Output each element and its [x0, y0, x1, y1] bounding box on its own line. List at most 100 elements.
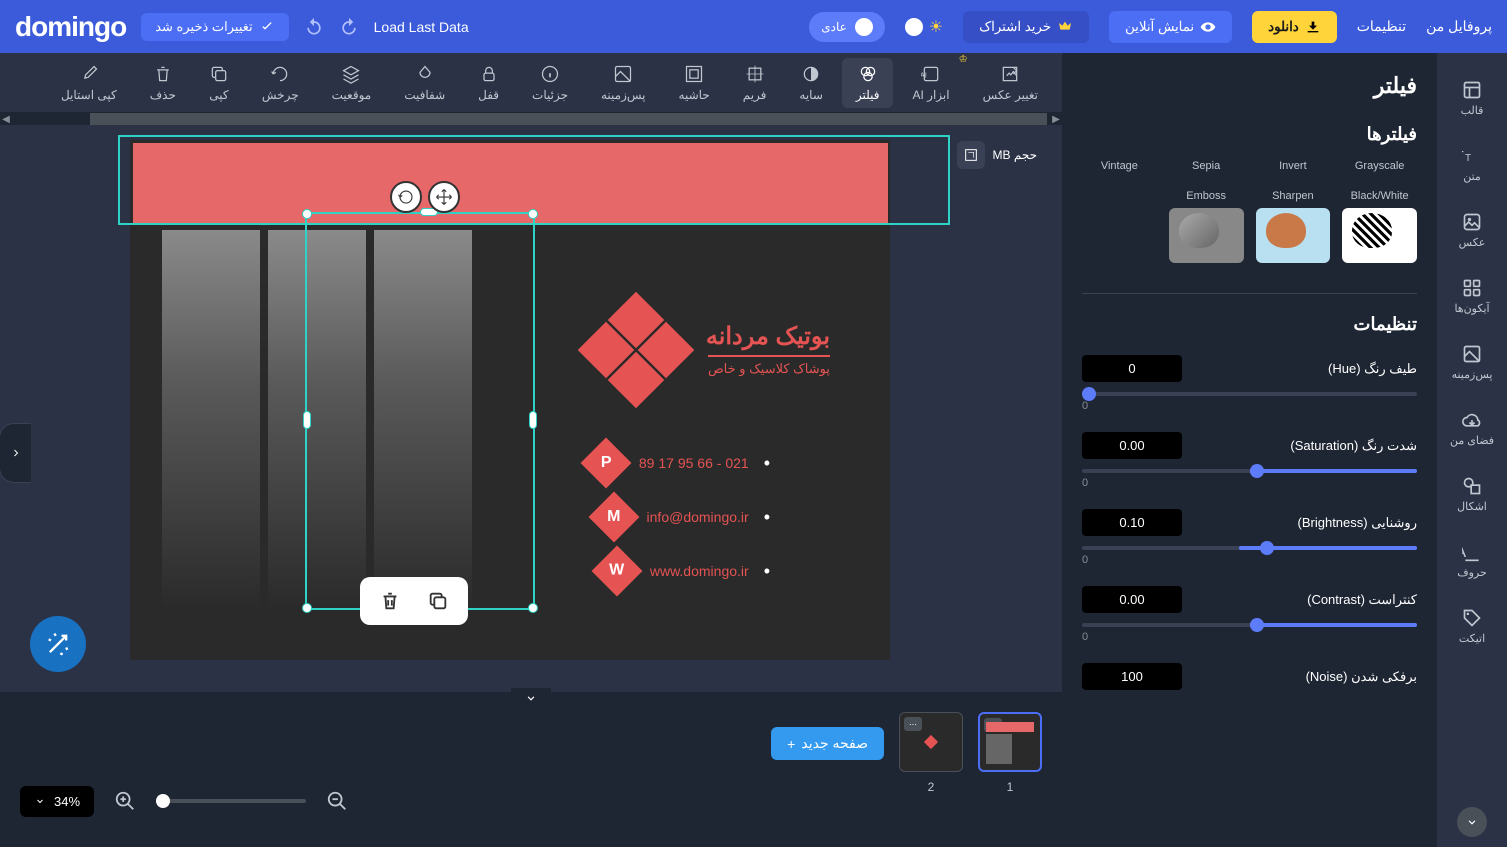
panel-collapse-button[interactable]	[0, 423, 31, 483]
download-icon	[1305, 19, 1321, 35]
slider-handle[interactable]	[1260, 541, 1274, 555]
tool-opacity[interactable]: شفافیت	[390, 58, 459, 108]
sidebar-myspace[interactable]: فضای من	[1437, 398, 1507, 459]
page-thumb-box-1[interactable]: ⋯	[978, 712, 1042, 772]
mode-toggle-handle	[855, 18, 873, 36]
undo-icon[interactable]	[304, 17, 324, 37]
resize-handle-e[interactable]	[529, 411, 537, 429]
shadow-icon	[801, 64, 821, 84]
website-text: www.domingo.ir	[650, 563, 749, 579]
filter-vintage[interactable]: Vintage	[1082, 160, 1157, 178]
new-page-button[interactable]: صفحه جدید +	[771, 727, 884, 760]
resize-handle-se[interactable]	[528, 603, 538, 613]
slider-handle[interactable]	[1250, 618, 1264, 632]
sidebar-fonts[interactable]: A حروف	[1437, 530, 1507, 591]
zoom-slider[interactable]	[156, 799, 306, 803]
size-button[interactable]	[957, 141, 985, 169]
page-thumb-box-2[interactable]: ⋯	[899, 712, 963, 772]
filter-label: Emboss	[1186, 190, 1226, 202]
tool-change-image[interactable]: تغییر عکس	[969, 58, 1052, 108]
sidebar-template[interactable]: قالب	[1437, 68, 1507, 129]
scroll-right-arrow[interactable]: ▶	[1050, 113, 1062, 125]
theme-toggle[interactable]: ☀	[905, 17, 943, 37]
move-handle[interactable]	[428, 181, 460, 213]
slider-value-input[interactable]: 0.00	[1082, 432, 1182, 459]
slider-value-input[interactable]: 0.00	[1082, 586, 1182, 613]
zoom-in-button[interactable]	[109, 785, 141, 817]
float-delete-button[interactable]	[376, 587, 404, 615]
preview-button[interactable]: نمایش آنلاین	[1109, 11, 1232, 43]
preview-label: نمایش آنلاین	[1125, 19, 1194, 35]
filter-sharpen[interactable]: Sharpen	[1256, 190, 1331, 263]
tool-copy-style[interactable]: کپی استایل	[47, 58, 131, 108]
filter-emboss[interactable]: Emboss	[1169, 190, 1244, 263]
filter-invert[interactable]: Invert	[1256, 160, 1331, 178]
resize-handle-ne[interactable]	[528, 209, 538, 219]
tool-position[interactable]: موقعیت	[318, 58, 386, 108]
download-button[interactable]: دانلود	[1252, 11, 1337, 43]
slider-track[interactable]	[1082, 623, 1417, 627]
ai-icon: AI	[921, 64, 941, 84]
sidebar-image[interactable]: عکس	[1437, 200, 1507, 261]
float-copy-button[interactable]	[424, 587, 452, 615]
tool-label: چرخش	[262, 88, 299, 102]
zoom-out-icon	[326, 790, 348, 812]
filter-sepia[interactable]: Sepia	[1169, 160, 1244, 178]
sidebar-scroll-down[interactable]	[1457, 807, 1487, 837]
redo-icon[interactable]	[339, 17, 359, 37]
slider-label: شدت رنگ (Saturation)	[1290, 438, 1417, 454]
rotate-handle[interactable]	[390, 181, 422, 213]
tool-copy[interactable]: کپی	[195, 58, 243, 108]
phone-icon: P	[580, 438, 631, 489]
scroll-left-arrow[interactable]: ◀	[0, 113, 12, 125]
resize-handle-w[interactable]	[303, 411, 311, 429]
selection-box-inner[interactable]	[305, 212, 535, 610]
canvas-content[interactable]: حجم MB بوتیک مردانه پوشاک کلاسیک و خاص	[0, 125, 1062, 692]
slider-value-input[interactable]: 0	[1082, 355, 1182, 382]
zoom-slider-handle[interactable]	[156, 794, 170, 808]
tool-label: سایه	[799, 88, 822, 102]
load-last-button[interactable]: Load Last Data	[374, 19, 469, 35]
sidebar-text[interactable]: TT متن	[1437, 134, 1507, 195]
slider-handle[interactable]	[1250, 464, 1264, 478]
sidebar-etiquette[interactable]: اتیکت	[1437, 596, 1507, 657]
zoom-level-pill[interactable]: 34%	[20, 786, 94, 817]
page-menu-2[interactable]: ⋯	[904, 717, 922, 731]
tool-details[interactable]: جزئیات	[518, 58, 582, 108]
frame-icon	[745, 64, 765, 84]
tool-ai[interactable]: ♔ AI ابزار AI	[898, 58, 963, 108]
resize-handle-nw[interactable]	[302, 209, 312, 219]
sidebar-background[interactable]: پس‌زمینه	[1437, 332, 1507, 393]
slider-track[interactable]	[1082, 392, 1417, 396]
settings-link[interactable]: تنظیمات	[1357, 18, 1406, 35]
slider-value-input[interactable]: 100	[1082, 663, 1182, 690]
slider-value-input[interactable]: 0.10	[1082, 509, 1182, 536]
subscribe-button[interactable]: خرید اشتراک	[963, 11, 1089, 43]
slider-track[interactable]	[1082, 546, 1417, 550]
magic-fab-button[interactable]	[30, 616, 86, 672]
sidebar-icons[interactable]: آیکون‌ها	[1437, 266, 1507, 327]
bottom-collapse-tab[interactable]	[511, 688, 551, 708]
tool-delete[interactable]: حذف	[136, 58, 190, 108]
resize-handle-sw[interactable]	[302, 603, 312, 613]
tool-shadow[interactable]: سایه	[785, 58, 836, 108]
sidebar-shapes[interactable]: اشکال	[1437, 464, 1507, 525]
tool-label: تغییر عکس	[983, 88, 1038, 102]
filter-bw[interactable]: Black/White	[1342, 190, 1417, 263]
sidebar-label: فضای من	[1450, 434, 1494, 447]
slider-track[interactable]	[1082, 469, 1417, 473]
tool-margin[interactable]: حاشیه	[665, 58, 724, 108]
tool-lock[interactable]: قفل	[464, 58, 513, 108]
scroll-thumb[interactable]	[90, 113, 1047, 125]
horizontal-scrollbar[interactable]: ◀ ▶	[0, 113, 1062, 125]
tool-background[interactable]: پس‌زمینه	[587, 58, 660, 108]
tool-frame[interactable]: فریم	[729, 58, 781, 108]
tool-rotate[interactable]: چرخش	[248, 58, 313, 108]
red-banner-element[interactable]	[133, 143, 888, 223]
slider-handle[interactable]	[1082, 387, 1096, 401]
mode-toggle[interactable]: عادی	[809, 12, 885, 42]
filter-grayscale[interactable]: Grayscale	[1342, 160, 1417, 178]
profile-link[interactable]: پروفایل من	[1426, 18, 1492, 35]
tool-filter[interactable]: فیلتر	[842, 58, 894, 108]
zoom-out-button[interactable]	[321, 785, 353, 817]
